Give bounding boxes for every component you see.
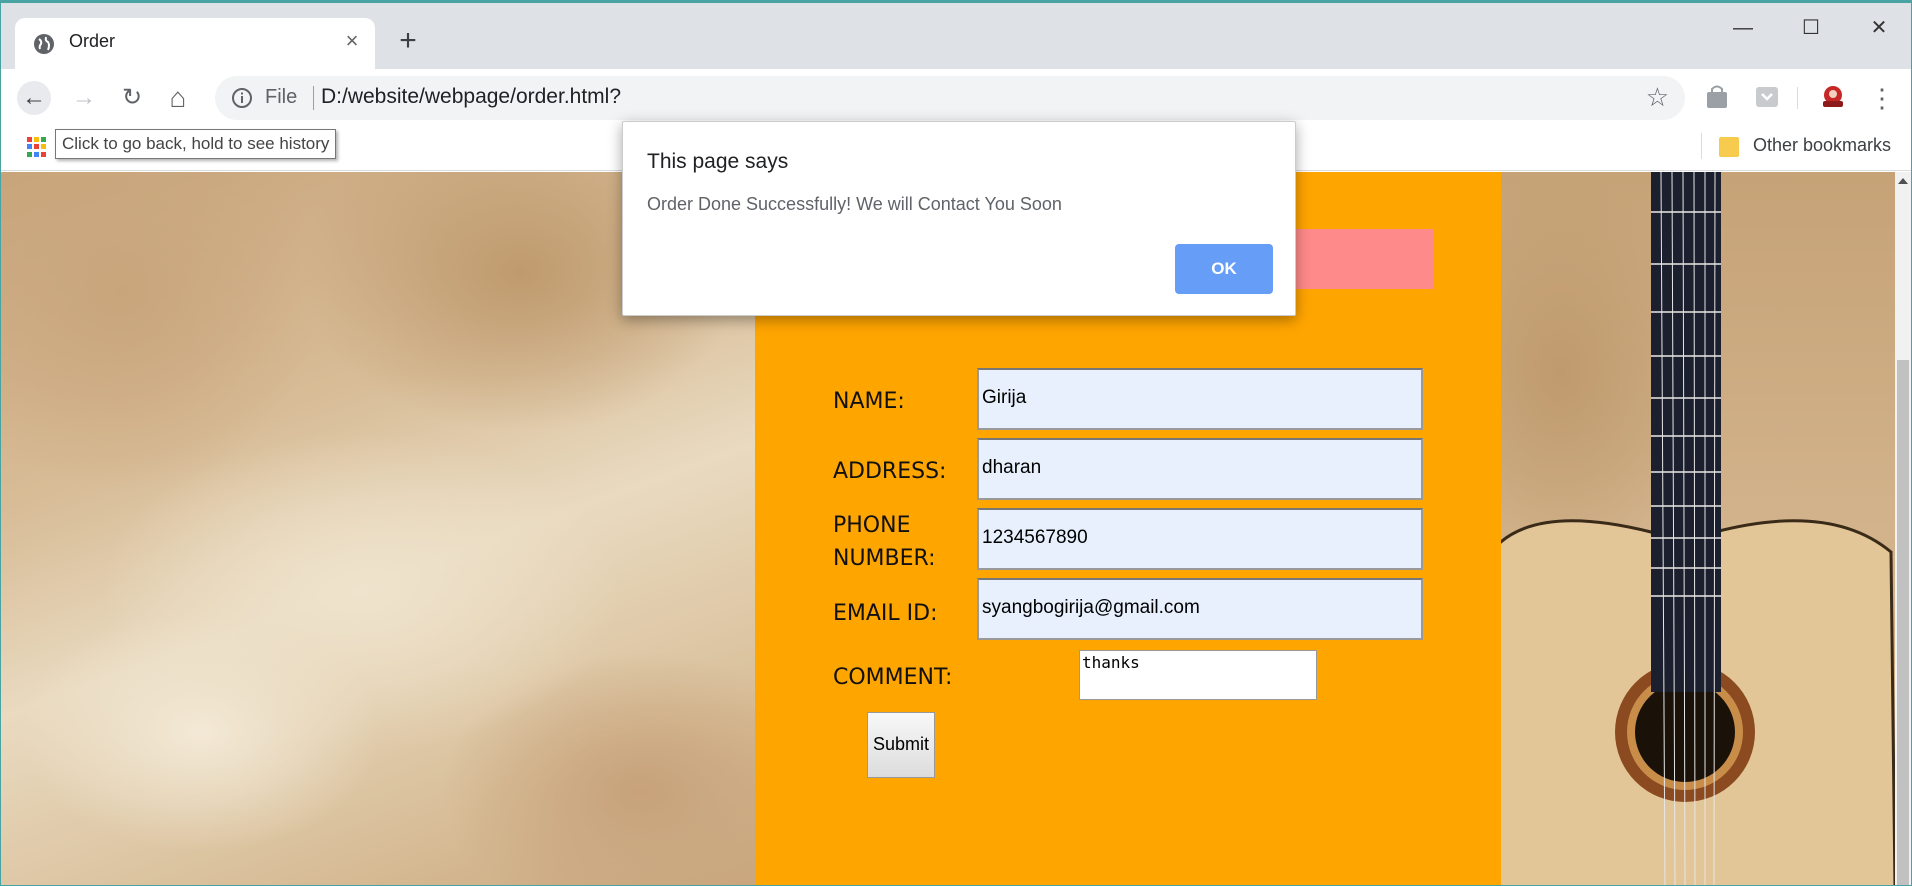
close-tab-icon[interactable]: × — [339, 28, 365, 54]
forward-button[interactable]: → — [67, 81, 101, 115]
back-button[interactable]: ← — [17, 81, 51, 115]
file-scheme-label: File — [265, 86, 298, 108]
alert-dialog: This page says Order Done Successfully! … — [622, 121, 1296, 316]
submit-button[interactable]: Submit — [867, 712, 935, 778]
apps-grid-icon[interactable] — [27, 137, 47, 157]
browser-toolbar: ← → ↻ ⌂ File D:/website/webpage/order.ht… — [1, 69, 1911, 125]
guitar-image — [1489, 172, 1895, 885]
toolbar-separator — [1797, 87, 1798, 109]
email-label: EMAIL ID: — [833, 601, 938, 626]
globe-icon — [34, 34, 54, 54]
email-input[interactable]: syangbogirija@gmail.com — [977, 578, 1423, 640]
name-label: NAME: — [833, 389, 905, 414]
minimize-button[interactable]: — — [1719, 13, 1767, 43]
close-window-button[interactable]: ✕ — [1855, 13, 1903, 43]
comment-label: COMMENT: — [833, 665, 953, 690]
pocket-extension-icon[interactable] — [1753, 83, 1781, 111]
tab-strip: Order × + — ☐ ✕ — [1, 3, 1911, 69]
browser-window: Order × + — ☐ ✕ ← → ↻ ⌂ File D:/website/… — [0, 0, 1912, 886]
page-scrollbar[interactable] — [1895, 172, 1911, 885]
name-input[interactable]: Girija — [977, 368, 1423, 430]
phone-input[interactable]: 1234567890 — [977, 508, 1423, 570]
url-text[interactable]: D:/website/webpage/order.html? — [321, 85, 621, 109]
new-tab-button[interactable]: + — [393, 26, 423, 57]
menu-kebab-icon[interactable]: ⋮ — [1865, 81, 1899, 115]
back-button-tooltip: Click to go back, hold to see history — [55, 129, 337, 159]
dialog-message: Order Done Successfully! We will Contact… — [647, 194, 1062, 214]
tab-title: Order — [69, 31, 116, 51]
scroll-thumb[interactable] — [1897, 360, 1909, 885]
comment-textarea[interactable]: thanks — [1079, 650, 1317, 700]
dialog-title: This page says — [647, 150, 789, 173]
shopping-bag-extension-icon[interactable] — [1703, 83, 1731, 111]
address-input[interactable]: dharan — [977, 438, 1423, 500]
info-icon[interactable] — [231, 87, 253, 109]
address-label: ADDRESS: — [833, 459, 947, 484]
folder-icon — [1719, 137, 1739, 157]
maximize-button[interactable]: ☐ — [1787, 13, 1835, 43]
bookmarks-separator — [1701, 133, 1702, 159]
phone-label-line1: PHONE — [833, 513, 911, 538]
address-bar[interactable]: File D:/website/webpage/order.html? ☆ — [215, 76, 1685, 120]
ok-button[interactable]: OK — [1175, 244, 1273, 294]
home-button[interactable]: ⌂ — [161, 81, 195, 115]
other-bookmarks-link[interactable]: Other bookmarks — [1753, 135, 1891, 156]
profile-avatar[interactable] — [1819, 83, 1847, 111]
phone-label-line2: NUMBER: — [833, 546, 936, 571]
tab-order[interactable]: Order × — [15, 18, 375, 69]
bookmark-star-icon[interactable]: ☆ — [1646, 82, 1669, 113]
guitar-illustration — [1489, 172, 1895, 885]
address-separator — [313, 86, 314, 110]
reload-button[interactable]: ↻ — [115, 81, 149, 115]
scroll-up-arrow-icon[interactable] — [1898, 178, 1908, 184]
